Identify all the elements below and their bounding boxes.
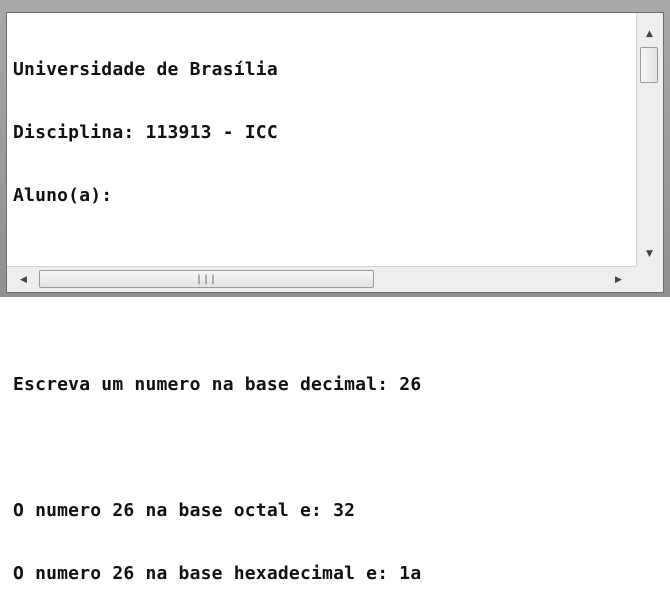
console-line-octal-result: O numero 26 na base octal e: 32 <box>13 500 356 521</box>
console-window: Universidade de Brasília Disciplina: 113… <box>6 12 664 584</box>
scroll-up-icon[interactable]: ▲ <box>637 23 662 45</box>
console-line-blank <box>13 437 635 458</box>
console-output: Universidade de Brasília Disciplina: 113… <box>13 17 635 584</box>
scroll-down-icon[interactable]: ▼ <box>637 243 662 265</box>
horizontal-scrollbar[interactable]: ◀ ||| ▶ <box>7 266 637 292</box>
horizontal-scroll-thumb[interactable]: ||| <box>39 270 374 288</box>
console-line-blank <box>13 311 635 332</box>
console-line-hex-result: O numero 26 na base hexadecimal e: 1a <box>13 563 422 584</box>
console-line-student: Aluno(a): <box>13 185 113 206</box>
vertical-scrollbar[interactable]: ▲ ▼ <box>636 13 663 267</box>
scroll-left-icon[interactable]: ◀ <box>11 269 36 291</box>
scrollbar-corner <box>636 266 663 292</box>
scroll-right-icon[interactable]: ▶ <box>606 269 631 291</box>
grip-icon: ||| <box>195 273 218 285</box>
console-line-university: Universidade de Brasília <box>13 59 278 80</box>
vertical-scroll-thumb[interactable] <box>640 47 658 83</box>
console-line-discipline: Disciplina: 113913 - ICC <box>13 122 278 143</box>
console-line-prompt: Escreva um numero na base decimal: 26 <box>13 374 422 395</box>
window-frame: Universidade de Brasília Disciplina: 113… <box>0 0 670 584</box>
